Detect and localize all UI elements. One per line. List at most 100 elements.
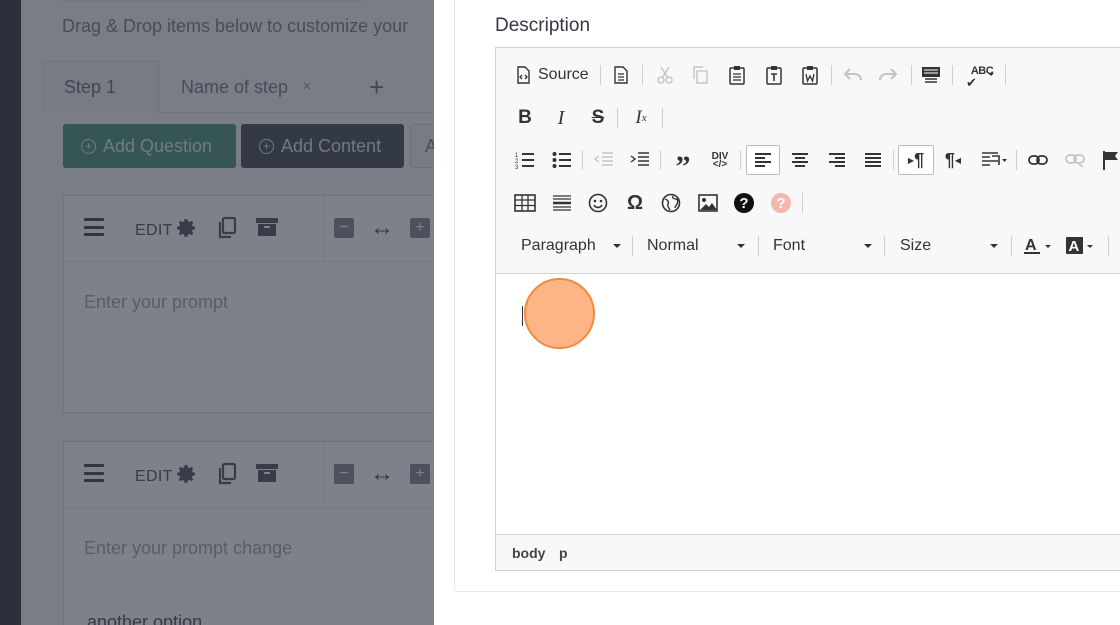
chevron-down-icon: [613, 244, 621, 248]
source-button[interactable]: Source: [514, 60, 590, 90]
text-direction-rtl-icon[interactable]: ¶ ◀: [938, 145, 968, 175]
path-body[interactable]: body: [512, 545, 545, 561]
prompt-placeholder[interactable]: Enter your prompt change: [84, 538, 292, 559]
archive-icon[interactable]: [255, 462, 279, 490]
add-content-button[interactable]: + Add Content: [241, 124, 404, 168]
tab-label: Step 1: [64, 77, 117, 97]
outdent-icon[interactable]: [589, 145, 619, 175]
plus-circle-icon: +: [259, 138, 274, 154]
archive-icon[interactable]: [255, 216, 279, 244]
table-icon[interactable]: [510, 188, 540, 218]
toolbar-row: 123 ” DIV </> ▶ ¶ ¶ ◀: [496, 145, 1120, 183]
button-label: Add Question: [103, 135, 213, 156]
customize-hint: Drag & Drop items below to customize you…: [62, 16, 409, 36]
help-icon[interactable]: ?: [729, 188, 759, 218]
plus-icon[interactable]: +: [410, 464, 430, 484]
new-page-icon[interactable]: [606, 60, 636, 90]
font-size-select[interactable]: Size: [900, 231, 1002, 261]
code-brackets-icon: </>: [712, 159, 728, 170]
select-value: Normal: [647, 237, 699, 254]
undo-icon[interactable]: [838, 60, 868, 90]
toolbar-separator: [662, 108, 663, 128]
resize-horizontal-icon[interactable]: ↔: [370, 460, 394, 488]
prompt-placeholder[interactable]: Enter your prompt: [84, 292, 228, 313]
paste-word-icon[interactable]: [795, 60, 825, 90]
language-icon[interactable]: [976, 145, 1012, 175]
copy-icon[interactable]: [216, 462, 238, 492]
minus-icon[interactable]: −: [334, 218, 354, 238]
blockquote-icon[interactable]: ”: [668, 145, 698, 183]
drag-handle-icon[interactable]: [84, 218, 104, 236]
question-card-header: EDIT − ↔ +: [64, 442, 434, 508]
resize-horizontal-icon[interactable]: ↔: [370, 214, 394, 242]
gear-icon[interactable]: [174, 462, 198, 492]
strikethrough-icon[interactable]: S: [583, 103, 613, 133]
align-justify-icon[interactable]: [858, 145, 888, 175]
paste-text-icon[interactable]: [759, 60, 789, 90]
remove-format-icon[interactable]: Ix: [626, 103, 656, 133]
link-icon[interactable]: [1023, 145, 1053, 175]
align-right-icon[interactable]: [822, 145, 852, 175]
paste-icon[interactable]: [722, 60, 752, 90]
toolbar-separator: [642, 65, 643, 85]
edit-label[interactable]: EDIT: [135, 222, 173, 240]
add-tab-button[interactable]: +: [369, 61, 384, 113]
paragraph-format-select[interactable]: Paragraph: [521, 231, 623, 261]
smiley-icon[interactable]: [583, 188, 613, 218]
indent-icon[interactable]: [625, 145, 655, 175]
template-icon[interactable]: [916, 60, 946, 90]
tab-name-of-step[interactable]: Name of step ×: [181, 61, 311, 113]
background-color-icon[interactable]: A: [1063, 231, 1099, 261]
bullet-list-icon[interactable]: [547, 145, 577, 175]
toolbar-separator: [831, 65, 832, 85]
create-div-button[interactable]: DIV </>: [705, 145, 735, 175]
path-p[interactable]: p: [559, 545, 568, 561]
special-char-omega-icon[interactable]: Ω: [620, 188, 650, 218]
minus-icon[interactable]: −: [334, 464, 354, 484]
font-select[interactable]: Font: [773, 231, 875, 261]
edit-label[interactable]: EDIT: [135, 468, 173, 486]
description-label: Description: [495, 15, 591, 36]
check-icon: ✔: [966, 75, 977, 90]
bold-icon[interactable]: B: [510, 103, 540, 133]
numbered-list-icon[interactable]: 123: [510, 145, 540, 175]
gear-icon[interactable]: [174, 216, 198, 246]
plus-icon[interactable]: +: [410, 218, 430, 238]
source-label: Source: [538, 66, 589, 83]
cut-icon[interactable]: [650, 60, 680, 90]
editor-toolbar: Source ABC ✔ B I S I x 1 2 3 ” DIV </> ▶…: [496, 48, 1120, 274]
toolbar-separator: [911, 65, 912, 85]
unlink-icon[interactable]: [1060, 145, 1090, 175]
svg-text:?: ?: [776, 195, 785, 212]
add-question-button[interactable]: + Add Question: [63, 124, 236, 168]
text-color-icon[interactable]: A: [1021, 231, 1057, 261]
italic-icon[interactable]: I: [546, 103, 576, 133]
horizontal-rule-icon[interactable]: [547, 188, 577, 218]
anchor-flag-icon[interactable]: [1096, 145, 1120, 175]
copy-icon[interactable]: [216, 216, 238, 246]
toolbar-separator: [952, 65, 953, 85]
tab-label: Name of step: [181, 76, 289, 97]
svg-text:?: ?: [739, 195, 748, 212]
align-center-icon[interactable]: [785, 145, 815, 175]
copy-icon[interactable]: [685, 60, 715, 90]
drag-handle-icon[interactable]: [84, 464, 104, 482]
close-icon[interactable]: ×: [302, 78, 311, 96]
align-left-icon[interactable]: [746, 145, 780, 175]
image-icon[interactable]: [693, 188, 723, 218]
select-value: Font: [773, 237, 806, 254]
text-direction-ltr-icon[interactable]: ▶ ¶: [898, 145, 934, 175]
globe-icon[interactable]: [656, 188, 686, 218]
svg-text:A: A: [1025, 237, 1037, 254]
select-value: Paragraph: [521, 237, 596, 254]
redo-icon[interactable]: [873, 60, 903, 90]
tab-step-1[interactable]: Step 1: [43, 61, 159, 113]
spellcheck-button[interactable]: ABC ✔: [962, 60, 1002, 90]
style-select[interactable]: Normal: [647, 231, 749, 261]
toolbar-separator: [1108, 236, 1109, 256]
more-button[interactable]: A: [410, 124, 434, 168]
help-disabled-icon[interactable]: ?: [766, 188, 796, 218]
toolbar-separator: [600, 65, 601, 85]
toolbar-row: Paragraph Normal Font Size A A: [496, 231, 1120, 261]
click-indicator: [524, 278, 595, 349]
